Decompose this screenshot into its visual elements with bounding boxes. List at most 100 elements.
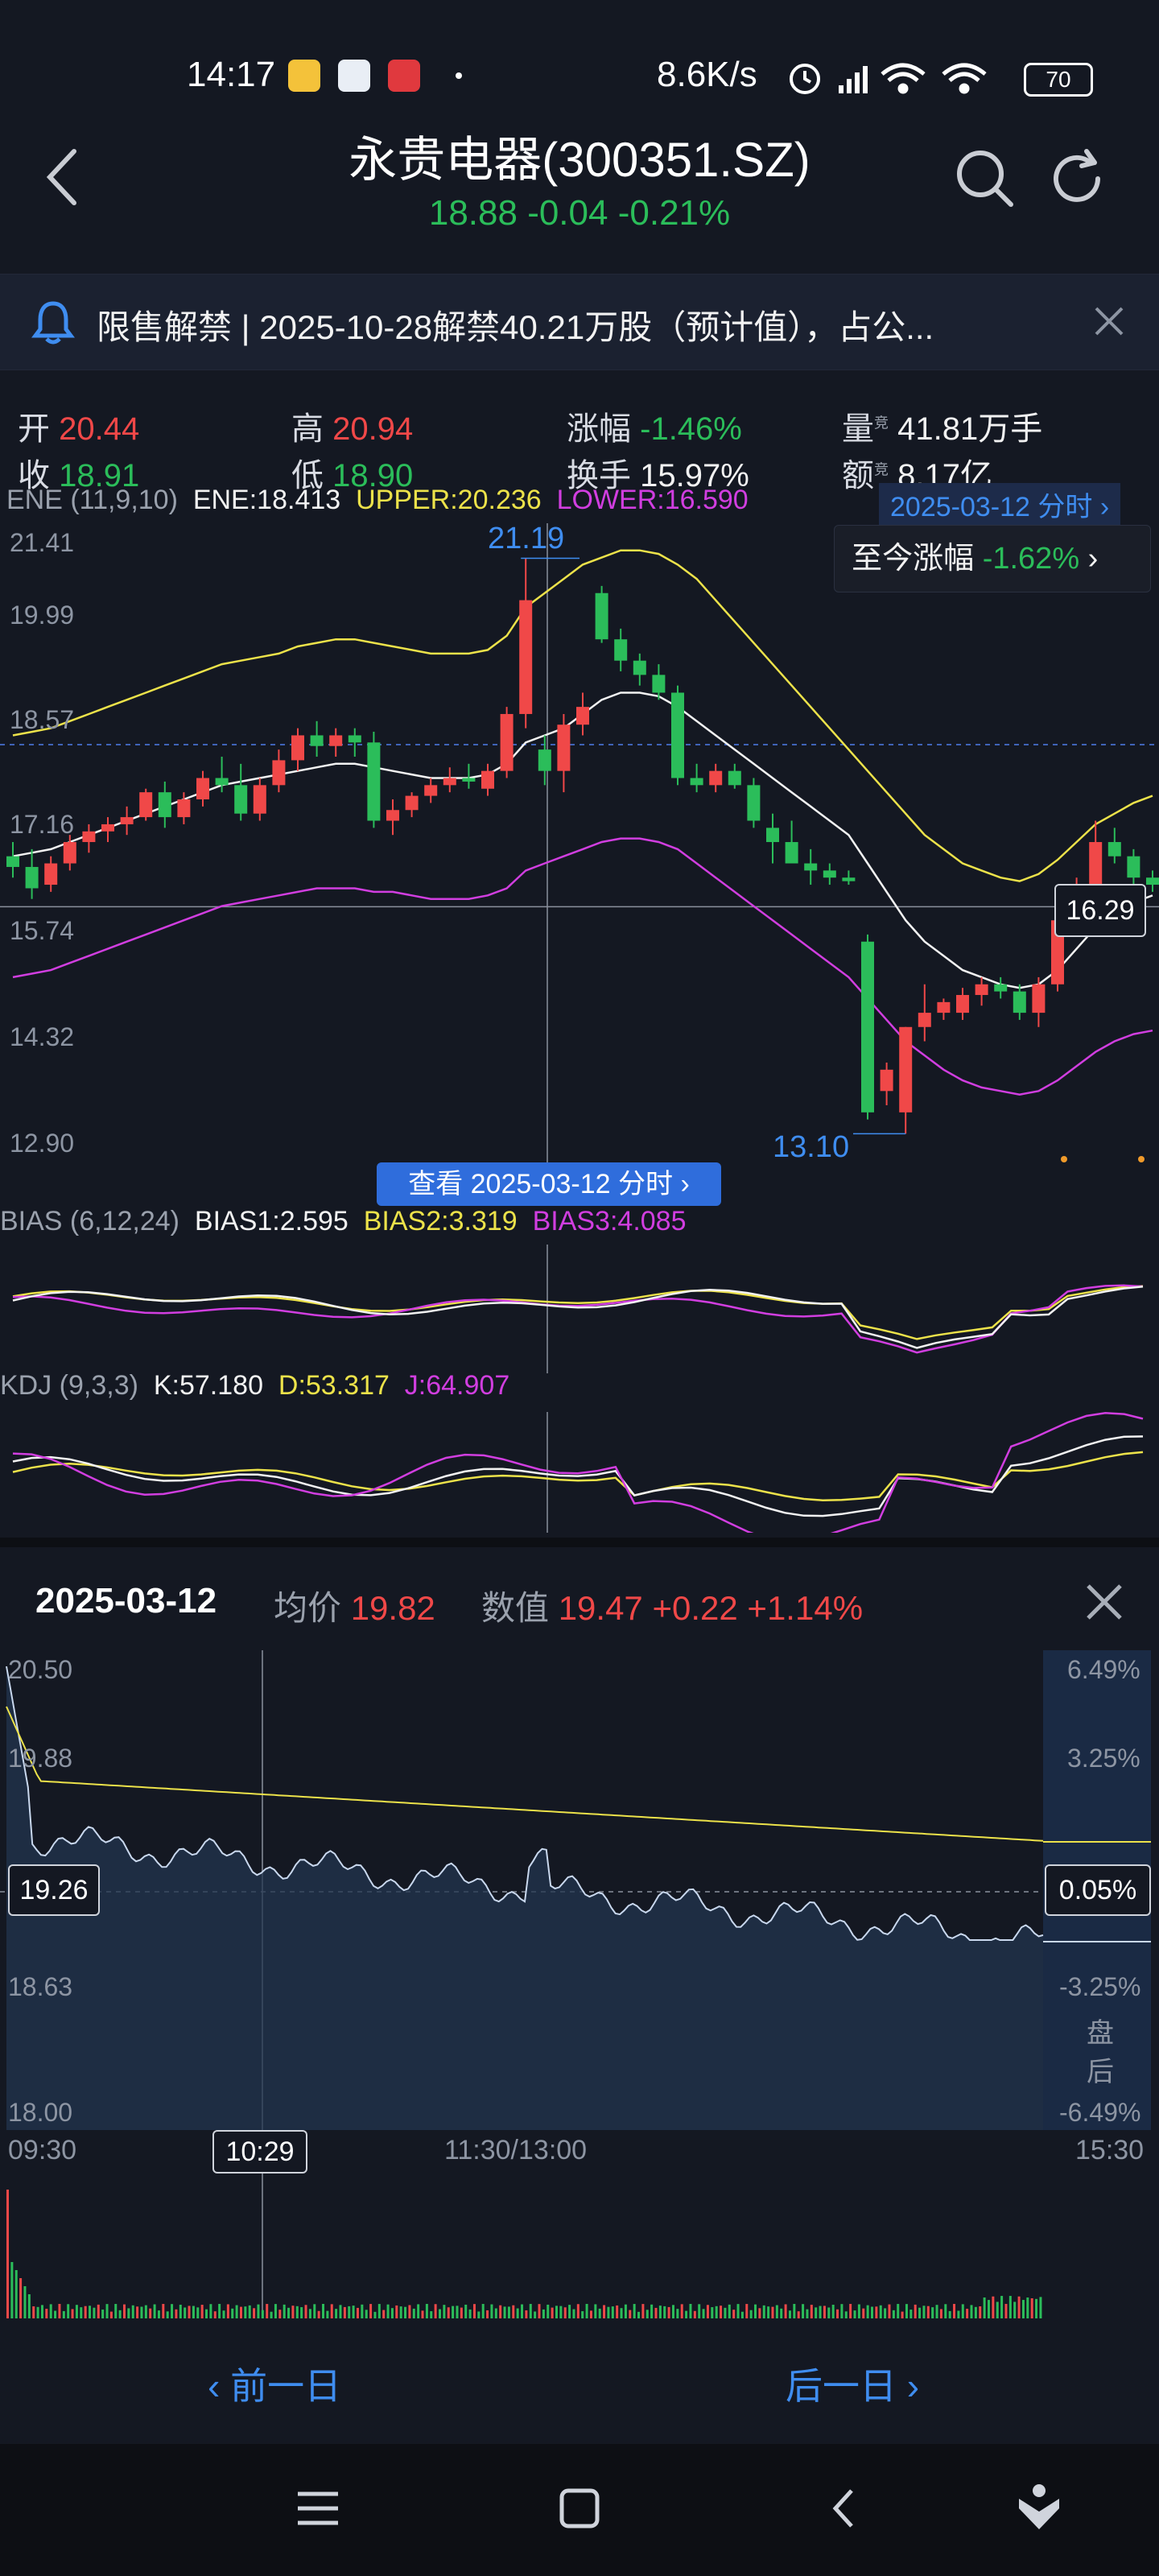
bias-chart[interactable] (0, 1245, 1159, 1373)
bias1-line (12, 1286, 1144, 1349)
ene-legend[interactable]: ENE (11,9,10) ENE:18.413 UPPER:20.236 LO… (6, 485, 749, 516)
volume-bar (654, 2307, 658, 2318)
volume-bar (780, 2308, 783, 2318)
volume-bar (348, 2306, 351, 2318)
candle-body (177, 799, 191, 818)
y-label-1: 21.41 (10, 528, 75, 557)
candle-body (975, 984, 988, 996)
candle-body (481, 770, 494, 789)
candle-body (443, 778, 456, 786)
volume-bar (836, 2309, 839, 2318)
volume-bar (611, 2306, 614, 2318)
volume-bar (313, 2304, 316, 2318)
volume-bar (797, 2311, 800, 2318)
search-icon[interactable] (953, 147, 1017, 211)
close-icon[interactable] (1091, 303, 1127, 339)
volume-bar (702, 2309, 705, 2318)
candle-body (234, 785, 248, 814)
volume-bar (689, 2304, 692, 2318)
kdj-chart[interactable] (0, 1412, 1159, 1533)
kdj-legend[interactable]: KDJ (9,3,3) K:57.180 D:53.317 J:64.907 (0, 1370, 509, 1402)
volume-bar (494, 2308, 497, 2318)
volume-bar (892, 2310, 895, 2318)
refresh-icon[interactable] (1046, 147, 1111, 211)
volume-bar (529, 2304, 532, 2318)
volume-bar (1039, 2297, 1042, 2318)
candle-body (272, 760, 286, 786)
volume-bar (136, 2306, 139, 2318)
y-label-2: 19.99 (10, 601, 75, 630)
volume-bar (300, 2307, 303, 2318)
menu-icon[interactable] (290, 2484, 346, 2533)
volume-bar (905, 2304, 908, 2318)
candle-body (956, 995, 969, 1013)
candle-body (424, 785, 438, 796)
volume-bar (417, 2304, 420, 2318)
intraday-chart[interactable] (0, 1650, 1159, 2133)
volume-bar (715, 2306, 718, 2318)
volume-bar (693, 2310, 696, 2318)
volume-bar (771, 2306, 774, 2318)
header-price: 18.88 (428, 193, 518, 233)
volume-bar (1030, 2297, 1033, 2318)
kline-date-badge[interactable]: 2025-03-12 分时 › (879, 483, 1121, 526)
volume-bar (270, 2311, 273, 2318)
volume-bar (620, 2308, 623, 2318)
volume-bar (598, 2308, 601, 2318)
volume-bar (914, 2304, 917, 2318)
volume-bar (970, 2305, 973, 2318)
volume-bar (213, 2311, 217, 2318)
notice-banner[interactable]: 限售解禁 | 2025-10-28解禁40.21万股（预计值），占公... (0, 274, 1159, 370)
volume-bar (395, 2305, 398, 2318)
volume-bar (27, 2294, 31, 2318)
nav-back-icon[interactable] (819, 2483, 871, 2534)
volume-bar (1008, 2296, 1012, 2318)
volume-bar (521, 2304, 524, 2318)
candle-body (1146, 877, 1159, 886)
candle-body (462, 778, 476, 782)
volume-bar (105, 2304, 109, 2318)
candle-body (880, 1069, 893, 1092)
volume-bar (559, 2306, 563, 2318)
bank-app-icon (388, 60, 420, 92)
kline-chart[interactable] (0, 523, 1159, 1175)
volume-bar (361, 2304, 364, 2318)
volume-bar (209, 2304, 212, 2318)
candle-body (671, 692, 684, 778)
candle-body (804, 863, 818, 871)
candle-body (690, 778, 703, 786)
volume-bar (594, 2304, 597, 2318)
volume-bar (935, 2305, 938, 2318)
bias-legend[interactable]: BIAS (6,12,24) BIAS1:2.595 BIAS2:3.319 B… (0, 1206, 687, 1237)
volume-bar (939, 2309, 942, 2318)
y-label-4: 17.16 (10, 810, 75, 839)
volume-bar (140, 2306, 143, 2318)
next-day-button[interactable]: 后一日 › (786, 2357, 919, 2410)
volume-bar (291, 2306, 295, 2318)
candle-body (633, 660, 646, 675)
volume-bar (897, 2304, 900, 2318)
candle-body (215, 778, 229, 786)
candle-body (899, 1026, 913, 1113)
volume-bar (784, 2304, 787, 2318)
view-intraday-button[interactable]: 查看 2025-03-12 分时 › (377, 1162, 721, 1206)
intraday-close-icon[interactable] (1083, 1581, 1125, 1623)
notice-text: 限售解禁 | 2025-10-28解禁40.21万股（预计值），占公... (97, 308, 934, 346)
prev-day-button[interactable]: ‹ 前一日 (208, 2357, 341, 2410)
volume-bar (992, 2296, 995, 2318)
volume-bar (922, 2306, 926, 2318)
assistant-icon[interactable] (1011, 2479, 1067, 2536)
volume-bar (421, 2310, 424, 2318)
volume-bar (589, 2310, 592, 2318)
signal-icon (839, 66, 868, 93)
volume-bar (226, 2304, 229, 2318)
volume-bar (308, 2309, 311, 2318)
volume-bar (425, 2304, 428, 2318)
volume-bar (62, 2310, 65, 2318)
volume-bar (884, 2308, 887, 2318)
intraday-volume-chart (6, 2174, 1042, 2318)
volume-bar (365, 2310, 368, 2318)
candle-body (747, 785, 761, 821)
home-icon[interactable] (554, 2483, 605, 2534)
volume-bar (944, 2304, 947, 2318)
